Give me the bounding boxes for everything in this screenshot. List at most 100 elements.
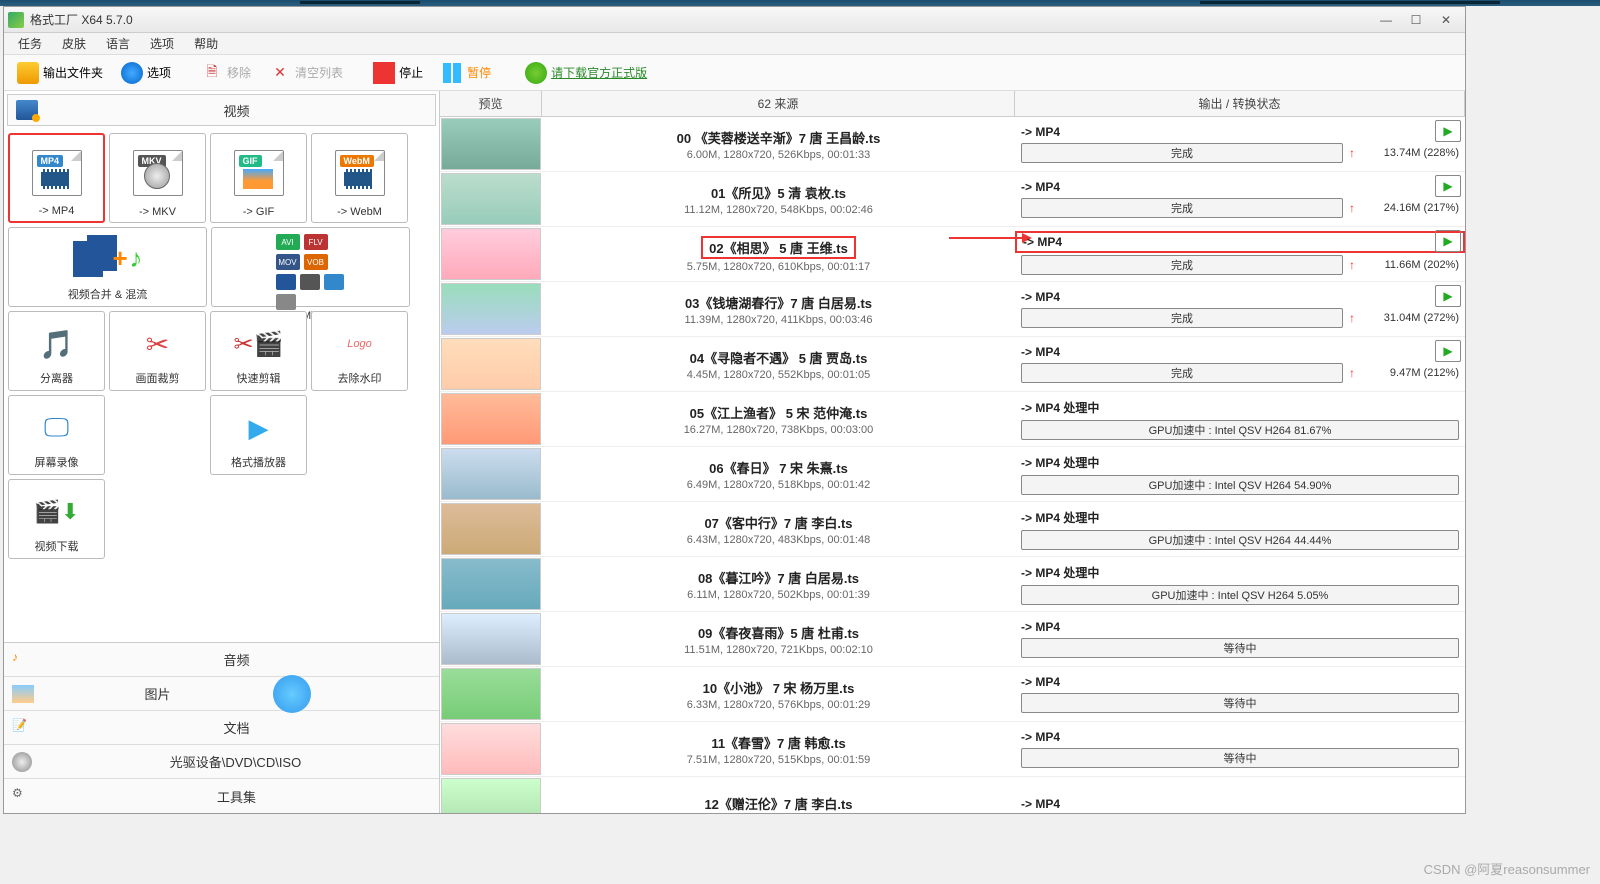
table-row[interactable]: 04《寻隐者不遇》 5 唐 贾岛.ts4.45M, 1280x720, 552K… [440, 337, 1465, 392]
status-cell: ▶-> MP4完成↑11.66M (202%) [1015, 227, 1465, 281]
col-preview[interactable]: 预览 [440, 91, 542, 116]
category-tools[interactable]: ⚙工具集 [4, 779, 439, 813]
format-watermark[interactable]: Logo去除水印 [311, 311, 408, 391]
format-merge[interactable]: +♪视频合并 & 混流 [8, 227, 207, 307]
table-row[interactable]: 03《钱塘湖春行》7 唐 白居易.ts 11.39M, 1280x720, 411… [440, 282, 1465, 337]
source-cell: 01《所见》5 清 袁枚.ts11.12M, 1280x720, 548Kbps… [542, 172, 1015, 226]
output-folder-button[interactable]: 输出文件夹 [10, 59, 110, 87]
thumbnail [441, 503, 541, 555]
menu-options[interactable]: 选项 [142, 35, 182, 52]
table-row[interactable]: 05《江上渔者》 5 宋 范仲淹.ts16.27M, 1280x720, 738… [440, 392, 1465, 447]
thumbnail [441, 668, 541, 720]
table-row[interactable]: 02《相思》 5 唐 王维.ts 5.75M, 1280x720, 610Kbps… [440, 227, 1465, 282]
upload-icon: ↑ [1349, 366, 1355, 380]
category-image[interactable]: 图片 [4, 677, 439, 711]
play-button[interactable]: ▶ [1435, 175, 1461, 197]
table-row[interactable]: 10《小池》 7 宋 杨万里.ts6.33M, 1280x720, 576Kbp… [440, 667, 1465, 722]
file-title: 02《相思》 5 唐 王维.ts [701, 236, 856, 259]
table-row[interactable]: 09《春夜喜雨》5 唐 杜甫.ts11.51M, 1280x720, 721Kb… [440, 612, 1465, 667]
status-cell: -> MP4 处理中GPU加速中 : Intel QSV H264 5.05% [1015, 557, 1465, 611]
format-crop[interactable]: ✂画面裁剪 [109, 311, 206, 391]
upload-icon: ↑ [1349, 201, 1355, 215]
format-avi[interactable]: AVIFLVMOVVOB-> AVI WMV MPG .... [211, 227, 410, 307]
size-info: 24.16M (217%) [1361, 202, 1459, 214]
category-disc[interactable]: 光驱设备\DVD\CD\ISO [4, 745, 439, 779]
menu-skin[interactable]: 皮肤 [54, 35, 94, 52]
table-row[interactable]: 00 《芙蓉楼送辛渐》7 唐 王昌龄.ts6.00M, 1280x720, 52… [440, 117, 1465, 172]
source-cell: 09《春夜喜雨》5 唐 杜甫.ts11.51M, 1280x720, 721Kb… [542, 612, 1015, 666]
thumbnail [441, 338, 541, 390]
stop-button[interactable]: 停止 [366, 59, 430, 87]
watermark: CSDN @阿夏reasonsummer [1424, 859, 1590, 878]
minimize-button[interactable]: — [1371, 11, 1401, 29]
progress-bar: GPU加速中 : Intel QSV H264 44.44% [1021, 530, 1459, 550]
options-button[interactable]: 选项 [114, 59, 178, 87]
table-row[interactable]: 08《暮江吟》7 唐 白居易.ts6.11M, 1280x720, 502Kbp… [440, 557, 1465, 612]
table-row[interactable]: 07《客中行》7 唐 李白.ts 6.43M, 1280x720, 483Kbps… [440, 502, 1465, 557]
pause-button[interactable]: 暂停 [434, 59, 498, 87]
col-source[interactable]: 62 来源 [542, 91, 1015, 116]
progress-bar: 等待中 [1021, 693, 1459, 713]
output-format: -> MP4 [1021, 125, 1459, 139]
progress-bar: 完成 [1021, 308, 1343, 328]
category-video-header[interactable]: 视频 [7, 94, 436, 126]
disc-icon [12, 752, 32, 772]
file-info: 6.33M, 1280x720, 576Kbps, 00:01:29 [687, 699, 870, 711]
output-format: -> MP4 [1021, 620, 1459, 634]
progress-bar: GPU加速中 : Intel QSV H264 5.05% [1021, 585, 1459, 605]
play-button[interactable]: ▶ [1435, 340, 1461, 362]
category-doc[interactable]: 📝文档 [4, 711, 439, 745]
format-gif[interactable]: GIF-> GIF [210, 133, 307, 223]
source-cell: 06《春日》 7 宋 朱熹.ts6.49M, 1280x720, 518Kbps… [542, 447, 1015, 501]
file-title: 08《暮江吟》7 唐 白居易.ts [698, 568, 859, 587]
menu-lang[interactable]: 语言 [98, 35, 138, 52]
file-title: 05《江上渔者》 5 宋 范仲淹.ts [690, 403, 868, 422]
format-player[interactable]: ▶格式播放器 [210, 395, 307, 475]
table-row[interactable]: 11《春雪》7 唐 韩愈.ts7.51M, 1280x720, 515Kbps,… [440, 722, 1465, 777]
format-download[interactable]: 🎬⬇视频下载 [8, 479, 105, 559]
format-mkv[interactable]: MKV-> MKV [109, 133, 206, 223]
clear-button[interactable]: ✕清空列表 [262, 59, 350, 87]
table-row[interactable]: 01《所见》5 清 袁枚.ts11.12M, 1280x720, 548Kbps… [440, 172, 1465, 227]
source-cell: 05《江上渔者》 5 宋 范仲淹.ts16.27M, 1280x720, 738… [542, 392, 1015, 446]
format-screenrec[interactable]: 🖵屏幕录像 [8, 395, 105, 475]
output-format: -> MP4 [1021, 730, 1459, 744]
download-link[interactable]: 请下载官方正式版 [518, 59, 654, 87]
music-note-icon: ♪ [12, 650, 34, 670]
status-cell: -> MP4 等待中 [1015, 612, 1465, 666]
pause-icon [441, 62, 463, 84]
play-button[interactable]: ▶ [1435, 230, 1461, 252]
file-title: 09《春夜喜雨》5 唐 杜甫.ts [698, 623, 859, 642]
close-button[interactable]: ✕ [1431, 11, 1461, 29]
source-cell: 03《钱塘湖春行》7 唐 白居易.ts 11.39M, 1280x720, 411… [542, 282, 1015, 336]
status-cell: -> MP4 处理中GPU加速中 : Intel QSV H264 44.44% [1015, 502, 1465, 556]
category-audio[interactable]: ♪音频 [4, 643, 439, 677]
table-row[interactable]: 12《赠汪伦》7 唐 李白.ts-> MP4 [440, 777, 1465, 813]
maximize-button[interactable]: ☐ [1401, 11, 1431, 29]
file-info: 5.75M, 1280x720, 610Kbps, 00:01:17 [687, 261, 870, 273]
conversion-list[interactable]: 00 《芙蓉楼送辛渐》7 唐 王昌龄.ts6.00M, 1280x720, 52… [440, 117, 1465, 813]
thumbnail [441, 558, 541, 610]
file-info: 6.43M, 1280x720, 483Kbps, 00:01:48 [687, 534, 870, 546]
source-cell: 11《春雪》7 唐 韩愈.ts7.51M, 1280x720, 515Kbps,… [542, 722, 1015, 776]
table-row[interactable]: 06《春日》 7 宋 朱熹.ts6.49M, 1280x720, 518Kbps… [440, 447, 1465, 502]
col-status[interactable]: 输出 / 转换状态 [1015, 91, 1465, 116]
play-button[interactable]: ▶ [1435, 120, 1461, 142]
format-mp4[interactable]: MP4-> MP4 [8, 133, 105, 223]
remove-button[interactable]: 🗎移除 [194, 59, 258, 87]
column-headers: 预览 62 来源 输出 / 转换状态 [440, 91, 1465, 117]
file-info: 11.39M, 1280x720, 411Kbps, 00:03:46 [685, 314, 873, 326]
format-webm[interactable]: WebM-> WebM [311, 133, 408, 223]
progress-bar: 完成 [1021, 198, 1343, 218]
progress-bar: 等待中 [1021, 638, 1459, 658]
left-panel: 视频 MP4-> MP4 MKV-> MKV GIF-> GIF WebM-> … [4, 91, 440, 813]
menu-task[interactable]: 任务 [10, 35, 50, 52]
file-title: 03《钱塘湖春行》7 唐 白居易.ts [685, 293, 872, 312]
file-title: 11《春雪》7 唐 韩愈.ts [711, 733, 845, 752]
play-button[interactable]: ▶ [1435, 285, 1461, 307]
thumbnail [441, 778, 541, 813]
format-separator[interactable]: 🎵分离器 [8, 311, 105, 391]
menu-help[interactable]: 帮助 [186, 35, 226, 52]
format-quickcut[interactable]: ✂🎬快速剪辑 [210, 311, 307, 391]
file-title: 07《客中行》7 唐 李白.ts [704, 513, 852, 532]
